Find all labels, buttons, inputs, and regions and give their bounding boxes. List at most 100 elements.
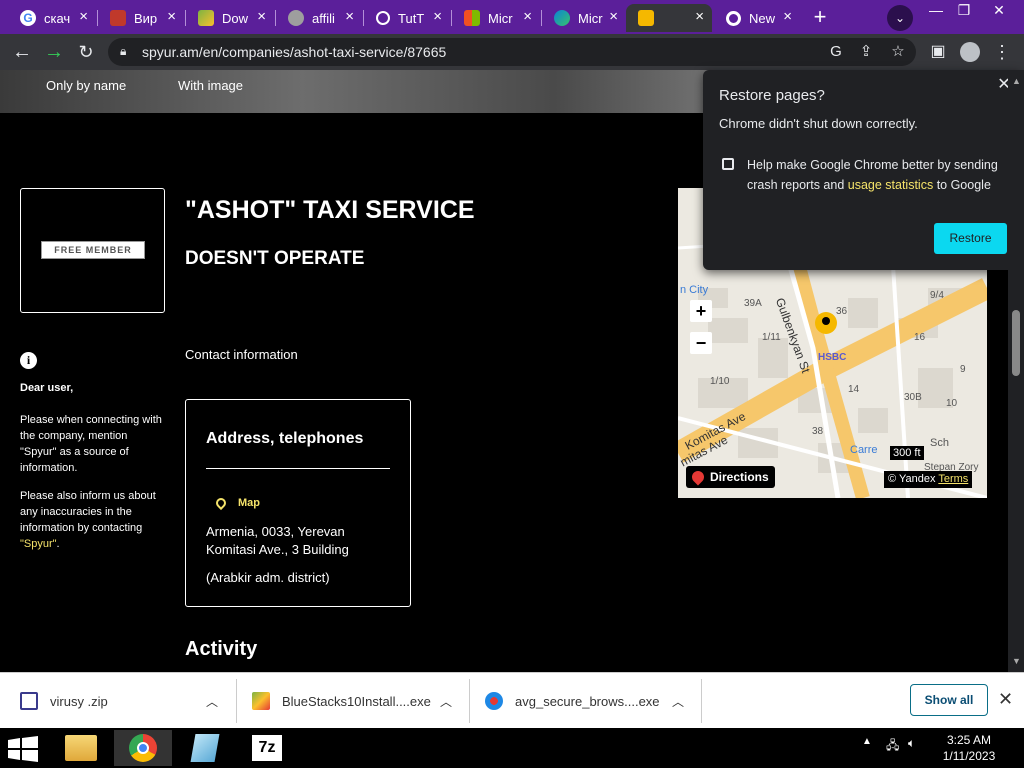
map-terms-link[interactable]: Terms (938, 473, 968, 485)
avg-icon (485, 692, 503, 710)
map-label-number: 9/4 (930, 290, 944, 301)
close-icon[interactable]: × (695, 9, 704, 25)
zoom-out-button[interactable]: − (690, 332, 712, 354)
close-icon[interactable]: ✕ (998, 689, 1013, 710)
tab-8-active[interactable]: × (626, 4, 712, 32)
close-icon[interactable]: × (433, 9, 442, 25)
download-item[interactable]: avg_secure_brows....exe (485, 681, 660, 721)
bookmark-star-icon[interactable]: ☆ (888, 42, 908, 62)
clock-date: 1/11/2023 (942, 749, 996, 763)
google-lens-icon[interactable]: G (826, 42, 846, 62)
close-icon[interactable]: × (523, 9, 532, 25)
address-line-2: Komitasi Ave., 3 Building (206, 542, 349, 557)
map-label-number: 9 (960, 364, 966, 375)
side-panel-icon[interactable]: ▣ (924, 38, 952, 66)
activity-heading: Activity (185, 638, 258, 660)
tab-3[interactable]: Dow × (186, 4, 274, 32)
maximize-button[interactable]: ❐ (948, 0, 980, 20)
tab-7[interactable]: Micr × (542, 4, 626, 32)
tab-strip: G скач × Вир × Dow × affili × TutT × Mic… (0, 0, 1024, 34)
back-button[interactable]: ← (8, 38, 36, 66)
download-item[interactable]: BlueStacks10Install....exe (252, 681, 431, 721)
tab-5[interactable]: TutT × (364, 4, 450, 32)
windows-start-icon[interactable] (8, 736, 38, 762)
divider (206, 468, 390, 469)
close-icon[interactable]: × (167, 9, 176, 25)
close-icon[interactable]: × (257, 9, 266, 25)
chevron-up-icon[interactable]: ︿ (440, 693, 452, 710)
map-attribution: © Yandex Terms (884, 471, 973, 488)
crash-report-checkbox[interactable] (722, 158, 734, 170)
divider (236, 679, 237, 723)
scroll-thumb[interactable] (1012, 310, 1020, 376)
directions-button[interactable]: Directions (686, 466, 775, 488)
volume-icon[interactable]: 🔈︎ (908, 736, 915, 751)
gear-icon (376, 11, 390, 25)
tab-4[interactable]: affili × (276, 4, 362, 32)
zip-icon (20, 692, 38, 710)
show-all-button[interactable]: Show all (910, 684, 988, 716)
scroll-up-icon[interactable]: ▲ (1012, 76, 1021, 86)
download-filename: BlueStacks10Install....exe (282, 693, 431, 709)
window-close-button[interactable]: ✕ (983, 0, 1015, 20)
new-tab-button[interactable]: + (806, 5, 834, 31)
page-scrollbar[interactable]: ▲ ▼ (1008, 70, 1024, 672)
tab-label: TutT (398, 10, 425, 26)
reload-button[interactable]: ↻ (72, 38, 100, 66)
globe-icon (288, 10, 304, 26)
usage-statistics-link[interactable]: usage statistics (848, 178, 933, 192)
location-marker-dot (822, 317, 830, 325)
map-label-hsbc: HSBC (818, 352, 847, 363)
spyur-contact-link[interactable]: "Spyur" (20, 538, 57, 550)
zoom-in-button[interactable]: + (690, 300, 712, 322)
lock-icon[interactable]: 🔒︎ (120, 44, 126, 59)
network-icon[interactable]: 🖧︎ (886, 736, 899, 757)
filter-with-image[interactable]: With image (178, 78, 243, 93)
show-hidden-icons-icon[interactable]: ▲ (862, 736, 872, 747)
map-link[interactable]: Map (213, 495, 260, 511)
taskbar-chrome[interactable] (114, 730, 172, 766)
filter-only-by-name[interactable]: Only by name (46, 78, 126, 93)
share-icon[interactable]: ⇪ (856, 42, 876, 62)
map-label-number: 14 (848, 384, 860, 395)
tab-2[interactable]: Вир × (98, 4, 184, 32)
company-status: DOESN'T OPERATE (185, 248, 365, 269)
company-name: "ASHOT" TAXI SERVICE (185, 196, 475, 224)
profile-avatar[interactable] (956, 38, 984, 66)
taskbar-7zip[interactable]: 7z (238, 730, 296, 766)
url-text[interactable]: spyur.am/en/companies/ashot-taxi-service… (142, 44, 446, 60)
forward-button[interactable]: → (40, 38, 68, 66)
taskbar-notepad[interactable] (176, 730, 234, 766)
clock-time: 3:25 AM (946, 733, 992, 747)
tab-label: Dow (222, 10, 249, 26)
bluestacks-icon (198, 10, 214, 26)
tab-1[interactable]: G скач × (8, 4, 96, 32)
7zip-icon: 7z (252, 735, 282, 761)
map-label-city: n City (680, 284, 709, 296)
address-title: Address, telephones (206, 430, 364, 447)
close-icon[interactable]: × (609, 9, 618, 25)
close-icon[interactable]: × (783, 9, 792, 25)
address-bar[interactable]: 🔒︎ spyur.am/en/companies/ashot-taxi-serv… (108, 38, 916, 66)
system-clock[interactable]: 3:25 AM 1/11/2023 (934, 732, 1004, 764)
taskbar-file-explorer[interactable] (52, 730, 110, 766)
checkbox-label: Help make Google Chrome better by sendin… (747, 155, 1009, 195)
menu-kebab-icon[interactable]: ⋮ (988, 38, 1016, 66)
notice-paragraph-1: Please when connecting with the company,… (20, 414, 162, 474)
restore-button[interactable]: Restore (934, 223, 1007, 254)
close-icon[interactable]: × (79, 9, 88, 25)
download-item[interactable]: virusy .zip (20, 681, 108, 721)
tab-label: Micr (488, 10, 513, 26)
address-box: Address, telephones Map Armenia, 0033, Y… (185, 399, 411, 607)
tab-6[interactable]: Micr × (452, 4, 540, 32)
scroll-down-icon[interactable]: ▼ (1012, 656, 1021, 666)
close-icon[interactable]: × (345, 9, 354, 25)
directions-label: Directions (710, 470, 769, 484)
tab-search-button[interactable]: ⌄ (887, 5, 913, 31)
bluestacks-icon (252, 692, 270, 710)
google-icon: G (20, 10, 36, 26)
chevron-up-icon[interactable]: ︿ (206, 693, 218, 710)
tab-9[interactable]: New × (714, 4, 800, 32)
chevron-up-icon[interactable]: ︿ (672, 693, 684, 710)
tab-label: New (749, 10, 776, 26)
